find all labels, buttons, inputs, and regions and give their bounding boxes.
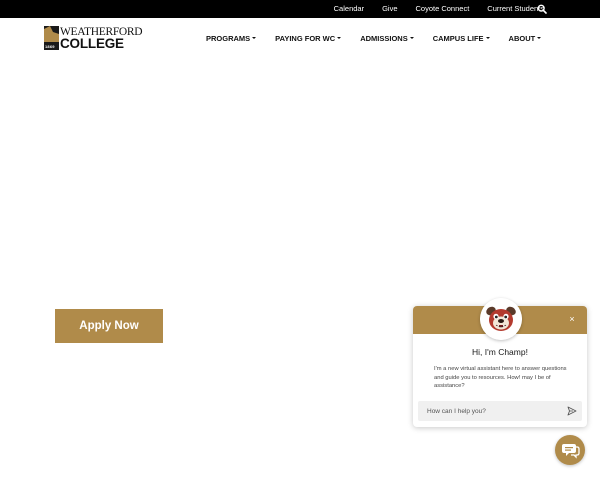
search-icon[interactable]: [537, 4, 547, 14]
utility-link-calendar[interactable]: Calendar: [334, 0, 364, 18]
main-nav: PROGRAMS PAYING FOR WC ADMISSIONS CAMPUS…: [206, 31, 560, 45]
nav-item-paying-for-wc[interactable]: PAYING FOR WC: [275, 33, 342, 43]
send-icon[interactable]: [567, 406, 577, 416]
caret-down-icon: [537, 37, 542, 39]
logo-text-college: COLLEGE: [60, 36, 124, 51]
caret-down-icon: [337, 37, 342, 39]
chat-title: Hi, I'm Champ!: [472, 347, 528, 357]
bulldog-mascot-avatar: [480, 298, 522, 340]
utility-link-give[interactable]: Give: [382, 0, 397, 18]
chat-input-container: [418, 401, 582, 421]
caret-down-icon: [252, 37, 257, 39]
nav-item-about[interactable]: ABOUT: [509, 34, 542, 43]
college-logo[interactable]: 1869 WEATHERFORD COLLEGE: [44, 26, 143, 51]
nav-label-paying-for-wc: PAYING FOR WC: [275, 33, 336, 43]
nav-label-programs: PROGRAMS: [206, 33, 251, 43]
nav-item-campus-life[interactable]: CAMPUS LIFE: [433, 34, 490, 43]
utility-links: Calendar Give Coyote Connect Current Stu…: [316, 0, 544, 18]
chat-bubble-icon: [562, 444, 580, 459]
caret-down-icon: [409, 37, 414, 39]
chat-message: I'm a new virtual assistant here to answ…: [434, 366, 567, 389]
logo-year: 1869: [45, 44, 55, 49]
utility-bar: Calendar Give Coyote Connect Current Stu…: [0, 0, 600, 18]
nav-item-programs[interactable]: PROGRAMS: [206, 33, 257, 43]
chat-input[interactable]: [418, 401, 558, 421]
utility-link-coyote-connect[interactable]: Coyote Connect: [416, 0, 470, 18]
apply-now-button[interactable]: Apply Now: [55, 309, 163, 343]
caret-down-icon: [485, 37, 490, 39]
nav-label-about: ABOUT: [508, 33, 536, 43]
utility-link-current-students[interactable]: Current Students: [487, 0, 544, 18]
chat-launcher-button[interactable]: [555, 435, 585, 465]
nav-label-admissions: ADMISSIONS: [360, 33, 408, 43]
nav-item-admissions[interactable]: ADMISSIONS: [360, 34, 414, 43]
chat-widget: × Hi, I'm Champ! I'm a new virtual assis…: [413, 298, 587, 427]
nav-label-campus-life: CAMPUS LIFE: [432, 33, 484, 43]
close-icon[interactable]: ×: [567, 314, 577, 324]
